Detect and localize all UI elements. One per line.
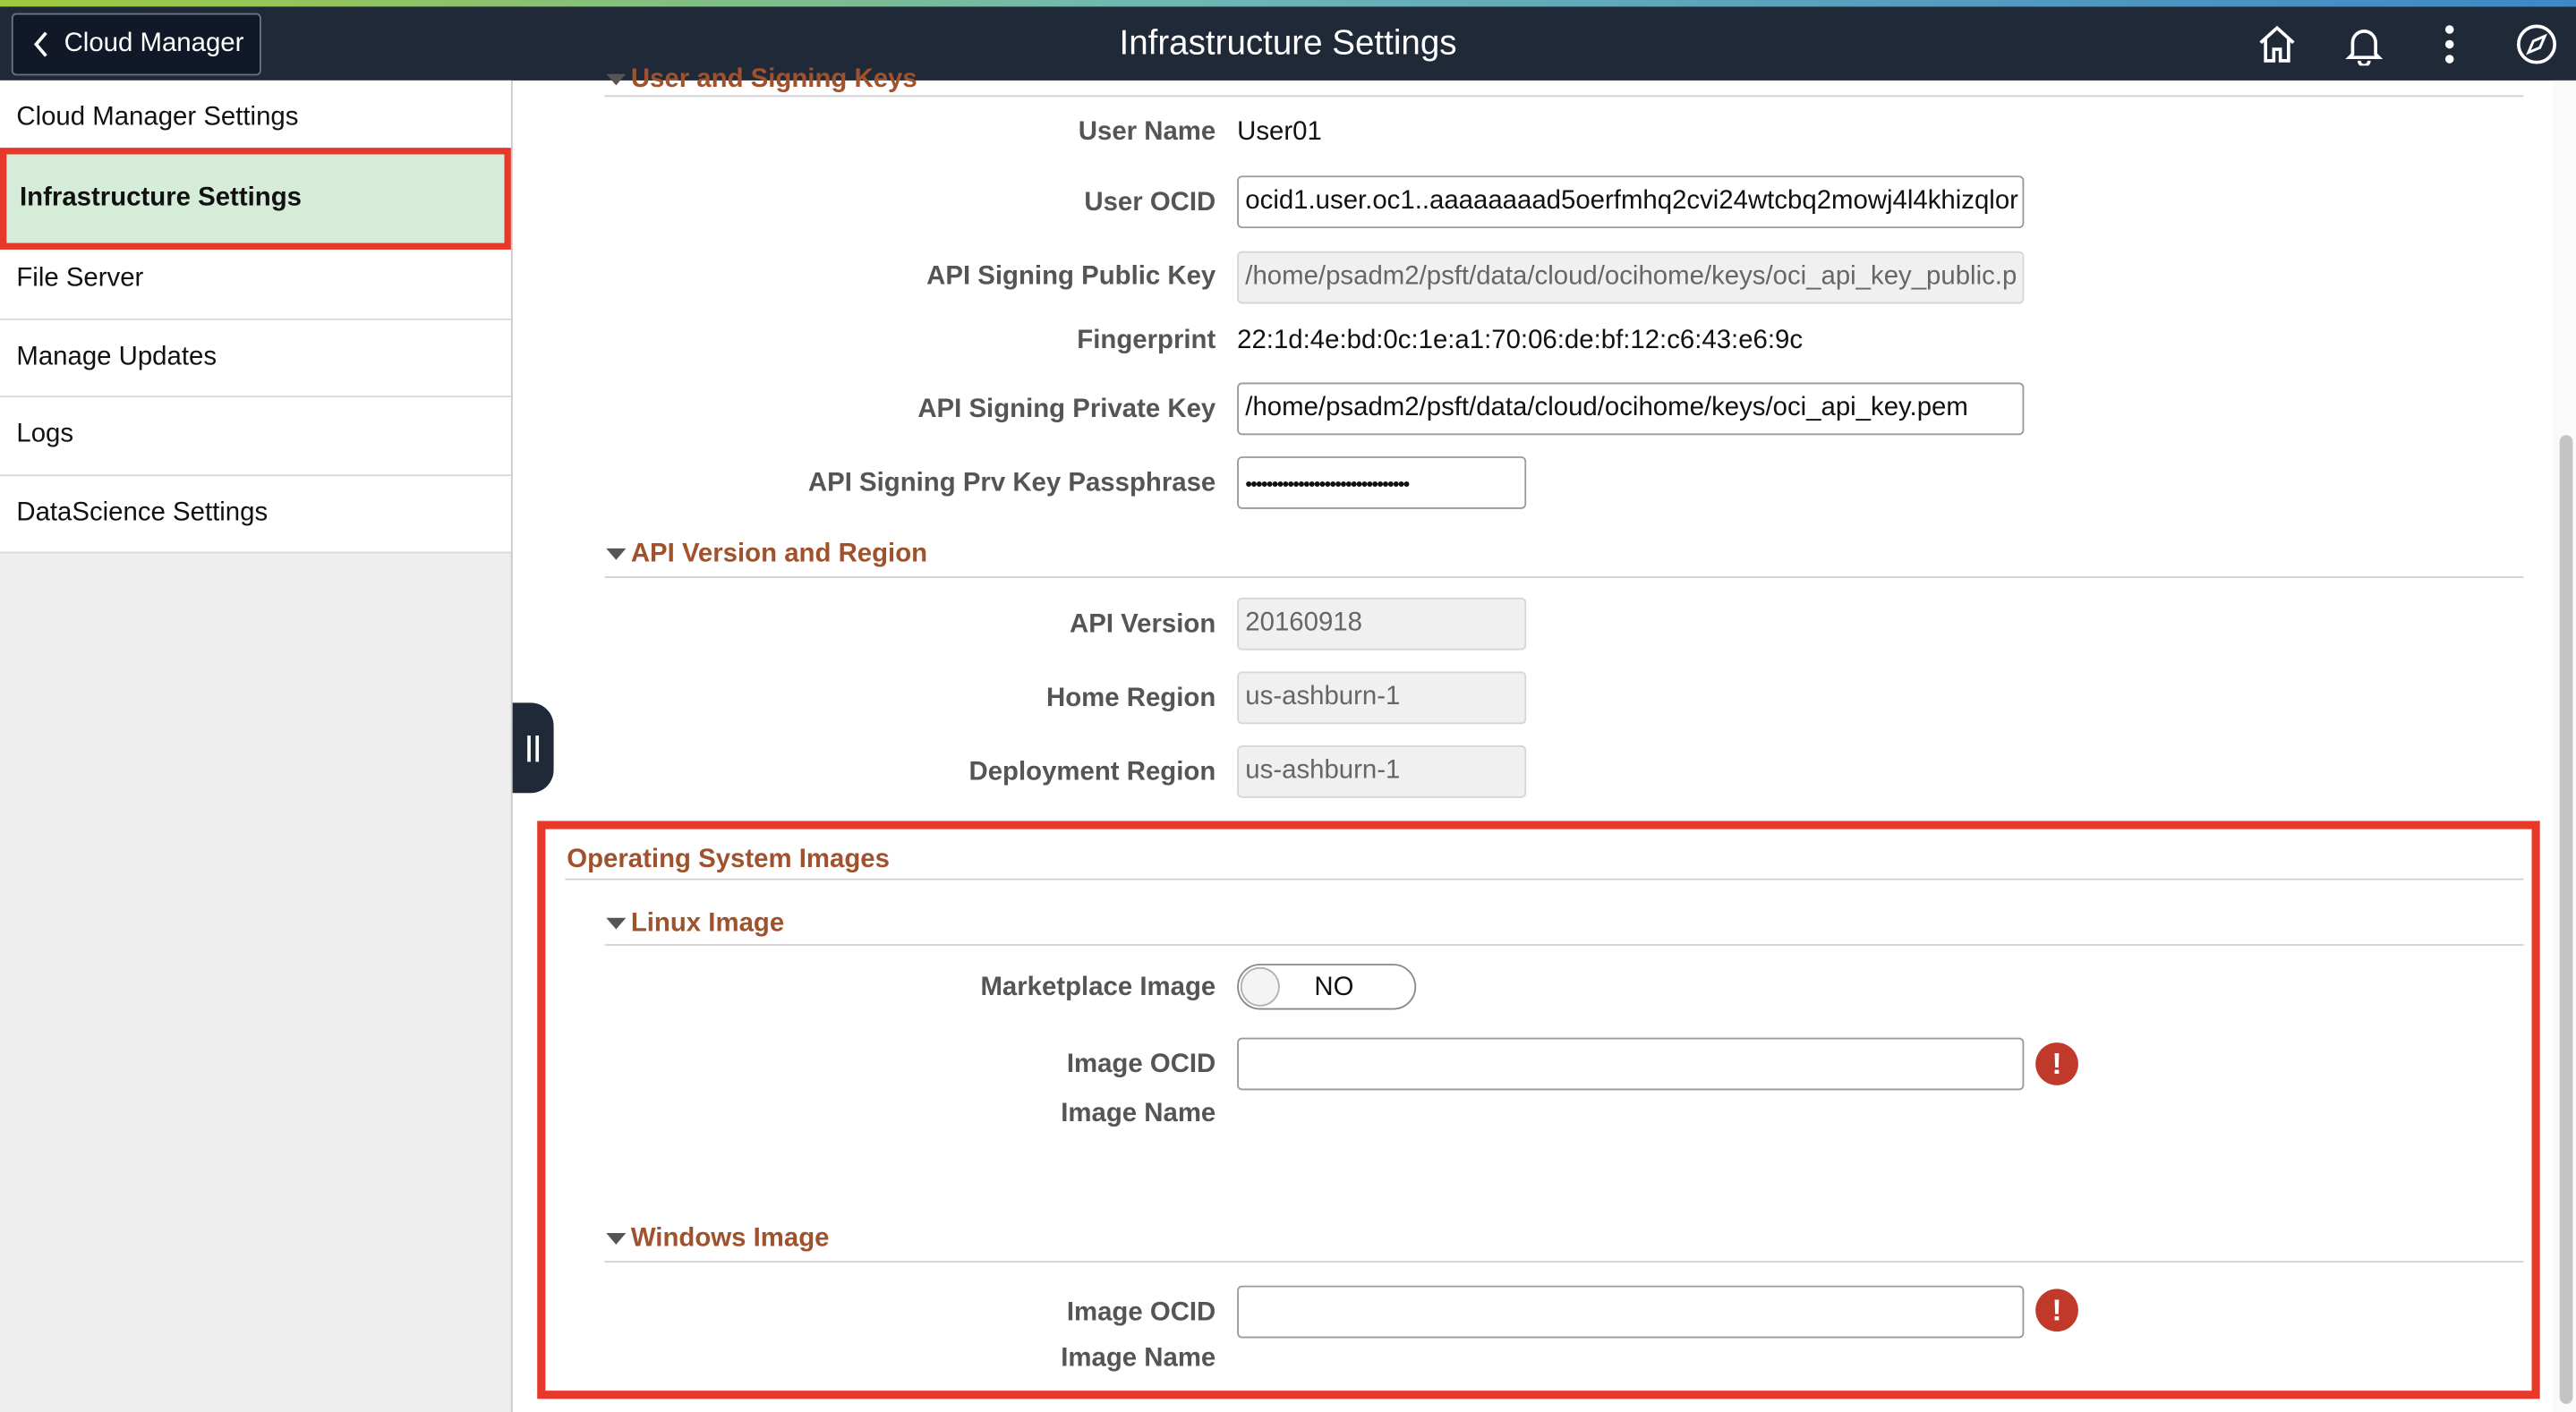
private-key-label: API Signing Private Key xyxy=(917,396,1216,424)
linux-image-ocid-label: Image OCID xyxy=(1066,1050,1216,1079)
sidebar-collapse-handle[interactable] xyxy=(512,702,554,794)
os-images-title: Operating System Images xyxy=(567,845,890,874)
section-title-text: Windows Image xyxy=(630,1224,830,1254)
kebab-menu-icon[interactable] xyxy=(2425,20,2474,69)
home-region-field: us-ashburn-1 xyxy=(1237,671,1527,725)
sidebar-nav: Cloud Manager Settings Infrastructure Se… xyxy=(0,80,511,554)
linux-image-name-label: Image Name xyxy=(1061,1100,1216,1128)
passphrase-input[interactable]: ••••••••••••••••••••••••••••••• xyxy=(1237,456,1527,509)
private-key-input[interactable]: /home/psadm2/psft/data/cloud/ocihome/key… xyxy=(1237,382,2025,436)
toggle-knob xyxy=(1240,966,1280,1007)
page-title: Infrastructure Settings xyxy=(1119,24,1457,63)
divider xyxy=(604,576,2524,578)
public-key-field: /home/psadm2/psft/data/cloud/ocihome/key… xyxy=(1237,251,2025,304)
api-version-field: 20160918 xyxy=(1237,597,1527,651)
api-version-label: API Version xyxy=(1070,610,1216,639)
home-region-label: Home Region xyxy=(1045,685,1216,713)
sidebar-item-datascience-settings[interactable]: DataScience Settings xyxy=(0,475,511,554)
sidebar-item-infrastructure-settings[interactable]: Infrastructure Settings xyxy=(0,148,511,250)
fingerprint-label: Fingerprint xyxy=(1077,327,1216,355)
divider xyxy=(604,944,2524,946)
brand-strip xyxy=(0,0,2576,7)
passphrase-label: API Signing Prv Key Passphrase xyxy=(807,469,1216,498)
linux-image-ocid-input[interactable] xyxy=(1237,1037,2025,1091)
fingerprint-value: 22:1d:4e:bd:0c:1e:a1:70:06:de:bf:12:c6:4… xyxy=(1237,327,1804,355)
top-header: Cloud Manager Infrastructure Settings xyxy=(0,6,2576,81)
deployment-region-field: us-ashburn-1 xyxy=(1237,745,1527,798)
divider xyxy=(604,1261,2524,1263)
section-title-api-region[interactable]: API Version and Region xyxy=(606,540,927,570)
sidebar-item-logs[interactable]: Logs xyxy=(0,397,511,476)
divider xyxy=(565,878,2524,880)
windows-image-ocid-label: Image OCID xyxy=(1066,1298,1216,1327)
section-title-text: API Version and Region xyxy=(630,540,928,568)
sidebar-item-file-server[interactable]: File Server xyxy=(0,242,511,319)
app-viewport: Cloud Manager Infrastructure Settings Cl… xyxy=(0,0,2576,1412)
collapse-triangle-icon xyxy=(606,917,627,930)
deployment-region-label: Deployment Region xyxy=(968,758,1216,787)
sidebar: Cloud Manager Settings Infrastructure Se… xyxy=(0,80,513,1412)
required-error-icon: ! xyxy=(2035,1289,2078,1332)
divider xyxy=(604,95,2524,98)
user-name-label: User Name xyxy=(1078,118,1216,147)
sidebar-item-cloud-manager-settings[interactable]: Cloud Manager Settings xyxy=(0,81,511,157)
home-icon[interactable] xyxy=(2252,20,2301,69)
collapse-triangle-icon xyxy=(606,1233,627,1245)
required-error-icon: ! xyxy=(2035,1042,2078,1085)
toggle-state-label: NO xyxy=(1314,974,1354,1002)
marketplace-image-label: Marketplace Image xyxy=(980,974,1216,1002)
section-title-linux-image[interactable]: Linux Image xyxy=(606,910,784,940)
navigator-compass-icon[interactable] xyxy=(2512,20,2561,69)
section-title-windows-image[interactable]: Windows Image xyxy=(606,1225,829,1255)
windows-image-name-label: Image Name xyxy=(1061,1344,1216,1373)
sidebar-item-manage-updates[interactable]: Manage Updates xyxy=(0,319,511,398)
section-title-text: User and Signing Keys xyxy=(630,65,917,94)
marketplace-image-toggle[interactable]: NO xyxy=(1237,964,1417,1010)
public-key-label: API Signing Public Key xyxy=(926,262,1216,291)
section-title-user-keys[interactable]: User and Signing Keys xyxy=(606,65,917,95)
user-ocid-input[interactable]: ocid1.user.oc1..aaaaaaaad5oerfmhq2cvi24w… xyxy=(1237,175,2025,229)
bell-icon[interactable] xyxy=(2340,20,2389,69)
user-name-value: User01 xyxy=(1237,118,1322,147)
scrollbar-thumb[interactable] xyxy=(2559,435,2573,1404)
section-title-text: Linux Image xyxy=(630,909,785,938)
collapse-triangle-icon xyxy=(606,548,627,560)
windows-image-ocid-input[interactable] xyxy=(1237,1285,2025,1339)
user-ocid-label: User OCID xyxy=(1084,189,1216,217)
collapse-triangle-icon xyxy=(606,73,627,86)
